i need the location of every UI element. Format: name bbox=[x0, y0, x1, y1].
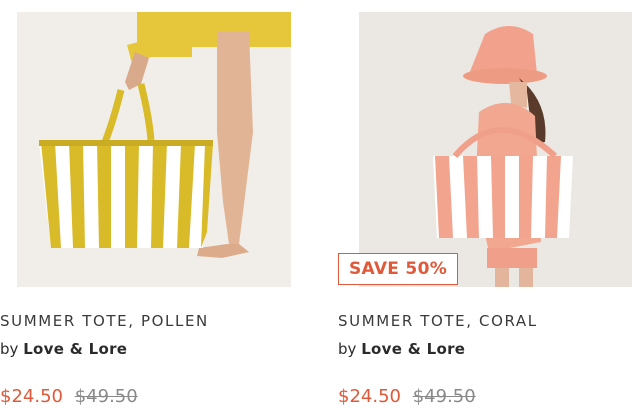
vendor-link[interactable]: Love & Lore bbox=[361, 340, 465, 358]
product-title[interactable]: SUMMER TOTE, POLLEN bbox=[0, 312, 209, 330]
product-byline: by Love & Lore bbox=[338, 340, 465, 358]
price-row: $24.50 $49.50 bbox=[0, 386, 138, 407]
compare-at-price: $49.50 bbox=[412, 386, 476, 407]
by-label: by bbox=[0, 340, 19, 358]
yellow-striped-tote-photo bbox=[17, 12, 291, 287]
sale-price: $24.50 bbox=[338, 386, 401, 407]
product-image-pollen[interactable] bbox=[17, 12, 291, 287]
by-label: by bbox=[338, 340, 357, 358]
sale-price: $24.50 bbox=[0, 386, 63, 407]
product-image-coral[interactable] bbox=[359, 12, 632, 287]
product-byline: by Love & Lore bbox=[0, 340, 127, 358]
coral-striped-tote-photo bbox=[359, 12, 632, 287]
vendor-link[interactable]: Love & Lore bbox=[23, 340, 127, 358]
compare-at-price: $49.50 bbox=[74, 386, 138, 407]
save-badge: SAVE 50% bbox=[338, 253, 459, 285]
price-row: $24.50 $49.50 bbox=[338, 386, 476, 407]
product-title[interactable]: SUMMER TOTE, CORAL bbox=[338, 312, 538, 330]
